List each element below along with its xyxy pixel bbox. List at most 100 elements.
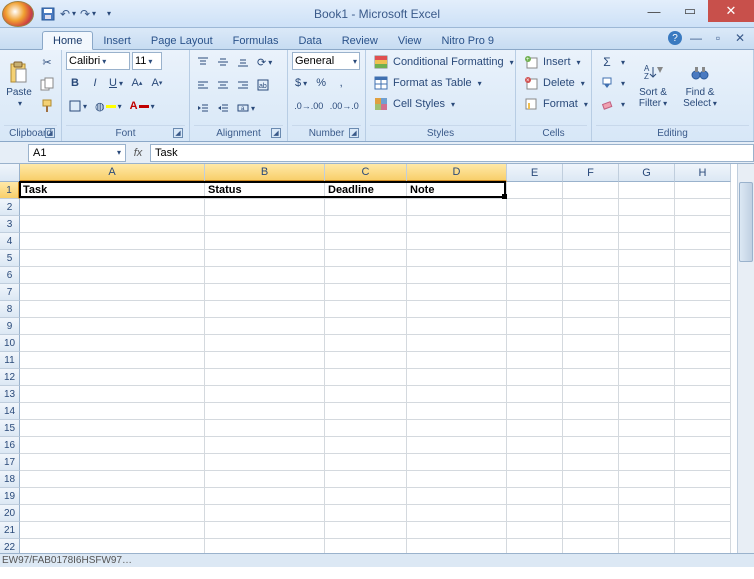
cell-B7[interactable] [205,284,325,301]
cell-F10[interactable] [563,335,619,352]
font-color-button[interactable]: A▾ [127,96,158,116]
delete-cells-button[interactable]: × Delete▾ [520,73,591,93]
cell-G16[interactable] [619,437,675,454]
tab-review[interactable]: Review [332,32,388,49]
cell-A9[interactable] [20,318,205,335]
cell-F15[interactable] [563,420,619,437]
cell-E9[interactable] [507,318,563,335]
cell-F21[interactable] [563,522,619,539]
row-header-12[interactable]: 12 [0,369,20,386]
cell-B1[interactable]: Status [205,182,325,199]
cell-G5[interactable] [619,250,675,267]
cell-B10[interactable] [205,335,325,352]
cell-A8[interactable] [20,301,205,318]
align-top-button[interactable] [194,52,212,72]
cell-E6[interactable] [507,267,563,284]
cell-C16[interactable] [325,437,407,454]
cell-E19[interactable] [507,488,563,505]
merge-center-button[interactable]: a▾ [234,98,258,118]
cell-E8[interactable] [507,301,563,318]
row-header-4[interactable]: 4 [0,233,20,250]
cell-C18[interactable] [325,471,407,488]
office-button[interactable] [2,1,34,27]
accounting-button[interactable]: $▾ [292,73,310,93]
cell-H1[interactable] [675,182,731,199]
cell-C11[interactable] [325,352,407,369]
cell-D14[interactable] [407,403,507,420]
cell-G17[interactable] [619,454,675,471]
format-as-table-button[interactable]: Format as Table▾ [370,73,517,93]
cell-F22[interactable] [563,539,619,553]
cell-H5[interactable] [675,250,731,267]
clipboard-launcher[interactable]: ◢ [45,128,55,138]
cell-D22[interactable] [407,539,507,553]
cell-A22[interactable] [20,539,205,553]
cell-E10[interactable] [507,335,563,352]
cell-F18[interactable] [563,471,619,488]
cell-C4[interactable] [325,233,407,250]
cell-A4[interactable] [20,233,205,250]
cell-G7[interactable] [619,284,675,301]
cell-C19[interactable] [325,488,407,505]
cell-E12[interactable] [507,369,563,386]
cell-A11[interactable] [20,352,205,369]
cell-B11[interactable] [205,352,325,369]
cell-H22[interactable] [675,539,731,553]
cell-F5[interactable] [563,250,619,267]
cell-H21[interactable] [675,522,731,539]
comma-button[interactable]: , [332,73,350,93]
cell-H3[interactable] [675,216,731,233]
cell-B17[interactable] [205,454,325,471]
cell-G12[interactable] [619,369,675,386]
cell-G13[interactable] [619,386,675,403]
row-header-22[interactable]: 22 [0,539,20,553]
column-header-D[interactable]: D [407,164,507,182]
select-all-corner[interactable] [0,164,20,182]
row-header-1[interactable]: 1 [0,182,20,199]
cell-C5[interactable] [325,250,407,267]
cell-H17[interactable] [675,454,731,471]
qat-customize-icon[interactable]: ▾ [100,6,116,22]
cell-A12[interactable] [20,369,205,386]
cell-D5[interactable] [407,250,507,267]
orientation-button[interactable]: ⟳▾ [254,52,275,72]
cell-C3[interactable] [325,216,407,233]
cell-B9[interactable] [205,318,325,335]
maximize-button[interactable]: ▭ [672,0,708,22]
cell-E13[interactable] [507,386,563,403]
cell-E21[interactable] [507,522,563,539]
cell-D6[interactable] [407,267,507,284]
tab-insert[interactable]: Insert [93,32,141,49]
clear-button[interactable]: ▾ [596,94,628,114]
cell-B16[interactable] [205,437,325,454]
cell-D11[interactable] [407,352,507,369]
find-select-button[interactable]: Find & Select▾ [678,52,722,118]
row-header-11[interactable]: 11 [0,352,20,369]
cell-D13[interactable] [407,386,507,403]
alignment-launcher[interactable]: ◢ [271,128,281,138]
save-icon[interactable] [40,6,56,22]
row-header-9[interactable]: 9 [0,318,20,335]
cell-B2[interactable] [205,199,325,216]
cell-G22[interactable] [619,539,675,553]
cell-B13[interactable] [205,386,325,403]
number-format-combo[interactable]: General▾ [292,52,360,70]
copy-button[interactable] [37,74,57,94]
cell-F16[interactable] [563,437,619,454]
insert-cells-button[interactable]: + Insert▾ [520,52,591,72]
cell-C12[interactable] [325,369,407,386]
cell-F7[interactable] [563,284,619,301]
row-header-10[interactable]: 10 [0,335,20,352]
cell-A3[interactable] [20,216,205,233]
formula-input[interactable]: Task [150,144,754,162]
increase-indent-button[interactable] [214,98,232,118]
cell-E15[interactable] [507,420,563,437]
cell-C6[interactable] [325,267,407,284]
cell-D8[interactable] [407,301,507,318]
cell-H9[interactable] [675,318,731,335]
cell-G1[interactable] [619,182,675,199]
cell-G10[interactable] [619,335,675,352]
cell-H14[interactable] [675,403,731,420]
tab-nitro[interactable]: Nitro Pro 9 [431,32,504,49]
align-center-button[interactable] [214,75,232,95]
